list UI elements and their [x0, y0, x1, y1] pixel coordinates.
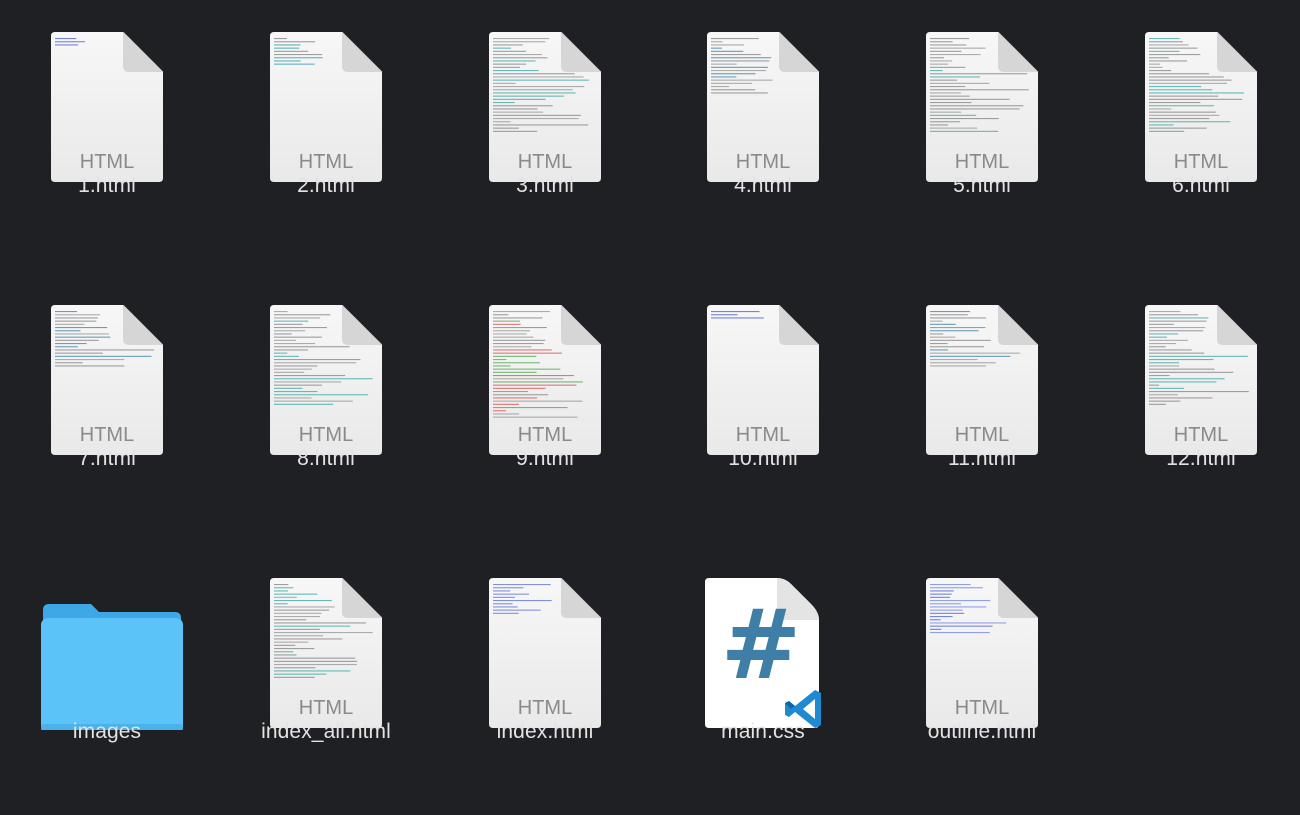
file-name-label: 11.html: [947, 447, 1016, 470]
file-name-label: outline.html: [927, 720, 1037, 743]
html-document-icon: HTML: [707, 305, 820, 455]
file-type-badge: HTML: [955, 424, 1009, 446]
html-document-icon: HTML: [707, 32, 820, 182]
html-document-icon: HTML: [1145, 32, 1258, 182]
file-name-label: 10.html: [728, 447, 798, 470]
html-document-icon: HTML: [51, 32, 164, 182]
file-name-label: index.html: [496, 720, 594, 743]
file-item[interactable]: HTML 12.html: [1101, 273, 1300, 513]
file-name-label: 4.html: [734, 174, 792, 197]
file-name-label: images: [72, 720, 142, 743]
file-item[interactable]: # main.css: [663, 546, 863, 786]
file-item[interactable]: HTML 6.html: [1101, 0, 1300, 240]
file-type-badge: HTML: [299, 151, 353, 173]
finder-icon-grid: HTML 1.html HTML 2.html HTML 3.html HTML 4.html…: [0, 0, 1300, 815]
file-type-badge: HTML: [518, 424, 572, 446]
svg-text:#: #: [721, 589, 801, 701]
file-type-badge: HTML: [299, 424, 353, 446]
file-type-badge: HTML: [1174, 151, 1228, 173]
html-document-icon: HTML: [489, 305, 602, 455]
file-item[interactable]: HTML index.html: [445, 546, 645, 786]
css-file-vscode-icon: #: [705, 578, 821, 728]
folder-icon: [41, 604, 183, 730]
file-item[interactable]: HTML 3.html: [445, 0, 645, 240]
file-name-label: main.css: [721, 720, 805, 743]
file-type-badge: HTML: [955, 697, 1009, 719]
file-type-badge: HTML: [80, 151, 134, 173]
html-document-icon: HTML: [51, 305, 164, 455]
file-name-label: 9.html: [516, 447, 574, 470]
file-type-badge: HTML: [736, 151, 790, 173]
file-name-label: 7.html: [78, 447, 136, 470]
file-item[interactable]: HTML 2.html: [226, 0, 426, 240]
file-name-label: 6.html: [1172, 174, 1230, 197]
file-item[interactable]: HTML 10.html: [663, 273, 863, 513]
file-name-label: 5.html: [953, 174, 1011, 197]
file-name-label: 2.html: [297, 174, 355, 197]
file-type-badge: HTML: [518, 697, 572, 719]
file-item[interactable]: HTML index_all.html: [226, 546, 426, 786]
html-document-icon: HTML: [270, 32, 383, 182]
file-name-label: 8.html: [297, 447, 355, 470]
html-document-icon: HTML: [926, 578, 1039, 728]
html-document-icon: HTML: [489, 32, 602, 182]
html-document-icon: HTML: [270, 305, 383, 455]
file-item[interactable]: HTML outline.html: [882, 546, 1082, 786]
file-name-label: index_all.html: [261, 720, 391, 743]
html-document-icon: HTML: [926, 305, 1039, 455]
file-type-badge: HTML: [299, 697, 353, 719]
file-item[interactable]: HTML 11.html: [882, 273, 1082, 513]
file-item[interactable]: HTML 4.html: [663, 0, 863, 240]
html-document-icon: HTML: [270, 578, 383, 728]
file-item[interactable]: HTML 9.html: [445, 273, 645, 513]
folder-item[interactable]: images: [7, 546, 207, 786]
file-item[interactable]: HTML 5.html: [882, 0, 1082, 240]
html-document-icon: HTML: [1145, 305, 1258, 455]
file-name-label: 12.html: [1166, 447, 1236, 470]
file-type-badge: HTML: [736, 424, 790, 446]
file-item[interactable]: HTML 1.html: [7, 0, 207, 240]
file-type-badge: HTML: [518, 151, 572, 173]
html-document-icon: HTML: [926, 32, 1039, 182]
file-item[interactable]: HTML 8.html: [226, 273, 426, 513]
html-document-icon: HTML: [489, 578, 602, 728]
file-type-badge: HTML: [1174, 424, 1228, 446]
file-item[interactable]: HTML 7.html: [7, 273, 207, 513]
file-name-label: 3.html: [516, 174, 574, 197]
file-name-label: 1.html: [78, 174, 136, 197]
file-type-badge: HTML: [955, 151, 1009, 173]
file-type-badge: HTML: [80, 424, 134, 446]
